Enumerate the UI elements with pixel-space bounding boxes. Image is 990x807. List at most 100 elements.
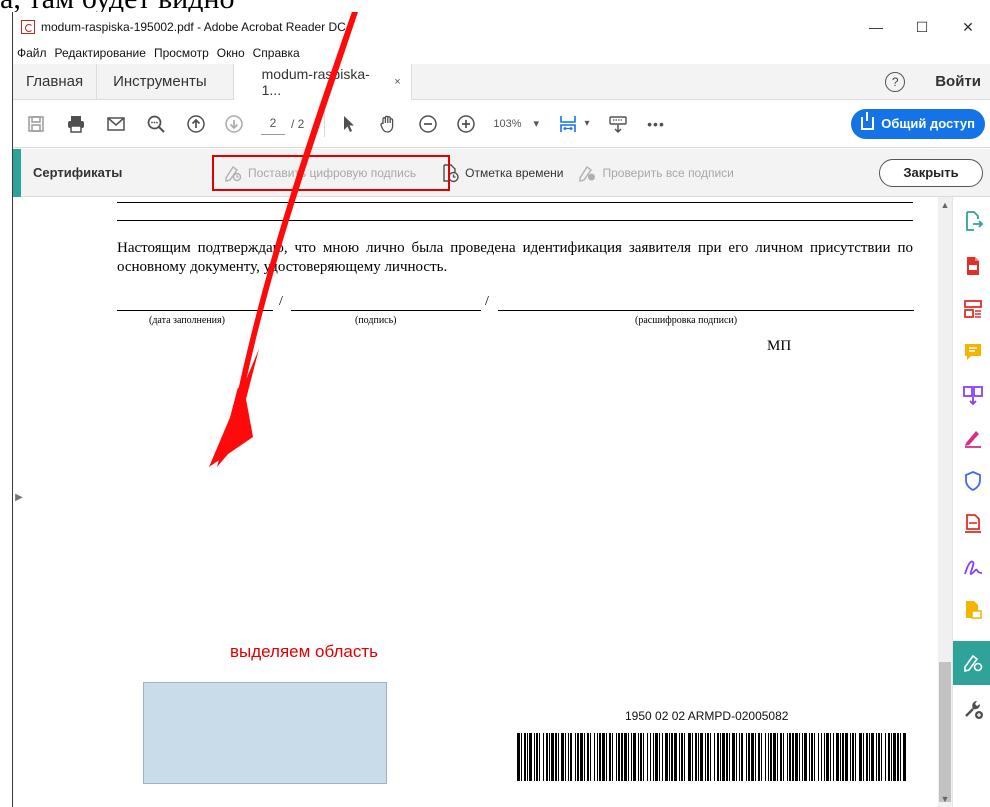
scroll-down-icon[interactable]: ▼	[938, 793, 952, 805]
barcode-bar	[599, 733, 601, 781]
menu-view[interactable]: Просмотр	[150, 46, 213, 60]
page-number-input[interactable]: 2	[261, 113, 285, 135]
page-fit-dropdown-icon[interactable]: ▾	[581, 111, 593, 137]
export-pdf-icon[interactable]	[961, 209, 985, 233]
tab-tools[interactable]: Инструменты	[97, 64, 234, 99]
prev-page-icon[interactable]	[183, 111, 209, 137]
tab-document-label: modum-raspiska-1...	[261, 65, 370, 98]
right-tools-panel	[952, 197, 990, 807]
fill-sign-icon[interactable]	[961, 426, 985, 450]
screenshot-root: а, там будет видно modum-raspiska-195002…	[0, 0, 990, 807]
barcode-bar	[855, 733, 856, 781]
barcode-bar	[549, 733, 550, 781]
barcode-bar	[543, 733, 544, 781]
more-tools-menu-icon[interactable]: •••	[643, 111, 669, 137]
caption-signature: (подпись)	[355, 315, 397, 326]
protect-icon[interactable]	[961, 469, 985, 493]
barcode-bar	[671, 733, 673, 781]
scroll-up-icon[interactable]: ▲	[938, 199, 952, 211]
request-signature-icon[interactable]	[961, 555, 985, 579]
timestamp-button[interactable]: Отметка времени	[440, 163, 563, 183]
barcode-bar	[845, 733, 848, 781]
maximize-button[interactable]: ☐	[899, 12, 945, 42]
comment-icon[interactable]	[961, 340, 985, 364]
barcode-bar	[732, 733, 735, 781]
page-fit-icon[interactable]	[555, 111, 581, 137]
close-window-button[interactable]: ✕	[945, 12, 990, 42]
validate-signatures-label: Проверить все подписи	[602, 165, 734, 180]
barcode-bar	[714, 733, 715, 781]
select-cursor-icon[interactable]	[335, 111, 361, 137]
barcode-bar	[561, 733, 564, 781]
share-button[interactable]: Общий доступ	[851, 108, 985, 139]
more-tools-icon[interactable]	[961, 697, 985, 721]
barcode-bar	[590, 733, 591, 781]
barcode-bar	[638, 733, 639, 781]
minimize-button[interactable]: —	[853, 12, 899, 42]
hand-tool-icon[interactable]	[375, 111, 401, 137]
barcode-bar	[821, 733, 822, 781]
save-icon[interactable]	[23, 111, 49, 137]
document-viewport[interactable]: ▶ Настоящим подтверждаю, что мною лично …	[13, 197, 952, 807]
next-page-icon[interactable]	[221, 111, 247, 137]
selected-signature-area[interactable]	[143, 682, 387, 784]
send-review-icon[interactable]	[961, 598, 985, 622]
share-label: Общий доступ	[881, 116, 975, 131]
barcode-bar	[836, 733, 839, 781]
zoom-dropdown-icon: ▾	[533, 118, 540, 130]
keyboard-icon[interactable]	[605, 111, 631, 137]
validate-signatures-button[interactable]: Проверить все подписи	[577, 163, 734, 183]
organize-pages-icon[interactable]	[961, 297, 985, 321]
vertical-scrollbar[interactable]: ▲ ▼	[938, 197, 952, 807]
scrollbar-thumb[interactable]	[939, 662, 951, 802]
barcode-bar	[799, 733, 800, 781]
menu-edit[interactable]: Редактирование	[51, 46, 150, 60]
barcode-bar	[692, 733, 693, 781]
tab-bar: Главная Инструменты modum-raspiska-1... …	[13, 64, 990, 100]
pdf-tools-icon[interactable]	[961, 512, 985, 536]
timestamp-label: Отметка времени	[465, 165, 564, 180]
barcode-bar	[720, 733, 721, 781]
menu-window[interactable]: Окно	[213, 46, 249, 60]
certificates-accent-bar	[13, 149, 21, 197]
stamp-place: МП	[767, 338, 792, 354]
barcode-bar	[859, 733, 862, 781]
barcode-bar	[679, 733, 680, 781]
certificates-toolbar: Сертификаты Поставить цифровую подпись О…	[13, 149, 990, 197]
title-bar: modum-raspiska-195002.pdf - Adobe Acroba…	[13, 12, 990, 42]
menu-help[interactable]: Справка	[249, 46, 304, 60]
barcode-bar	[521, 733, 522, 781]
email-icon[interactable]	[103, 111, 129, 137]
barcode-bar	[587, 733, 589, 781]
highlight-rectangle	[212, 155, 450, 191]
barcode-bar	[643, 733, 644, 781]
print-icon[interactable]	[63, 111, 89, 137]
barcode-bar	[768, 733, 769, 781]
barcode-bar	[726, 733, 728, 781]
barcode-bar	[783, 733, 784, 781]
close-certificates-button[interactable]: Закрыть	[879, 158, 983, 187]
zoom-out-icon[interactable]	[415, 111, 441, 137]
barcode-bar	[830, 733, 831, 781]
barcode-bar	[755, 733, 756, 781]
certificates-icon[interactable]	[961, 651, 985, 675]
barcode-bar	[885, 733, 886, 781]
menu-file[interactable]: Файл	[13, 46, 51, 60]
find-zoom-icon[interactable]	[143, 111, 169, 137]
signin-button[interactable]: Войти	[935, 73, 981, 90]
zoom-select[interactable]: 103% ▾	[493, 117, 540, 131]
create-pdf-icon[interactable]	[961, 254, 985, 278]
tab-home[interactable]: Главная	[13, 64, 98, 99]
barcode-bar	[869, 733, 870, 781]
tab-document[interactable]: modum-raspiska-1... ×	[233, 64, 412, 100]
barcode-bar	[606, 733, 607, 781]
barcode-bar	[539, 733, 540, 781]
help-icon[interactable]: ?	[885, 71, 906, 92]
expand-left-panel-icon[interactable]: ▶	[13, 487, 25, 507]
combine-files-icon[interactable]	[961, 383, 985, 407]
zoom-in-icon[interactable]	[453, 111, 479, 137]
barcode-bar	[792, 733, 794, 781]
barcode-bar	[824, 733, 825, 781]
barcode-bar	[621, 733, 623, 781]
tab-close-icon[interactable]: ×	[394, 76, 400, 88]
